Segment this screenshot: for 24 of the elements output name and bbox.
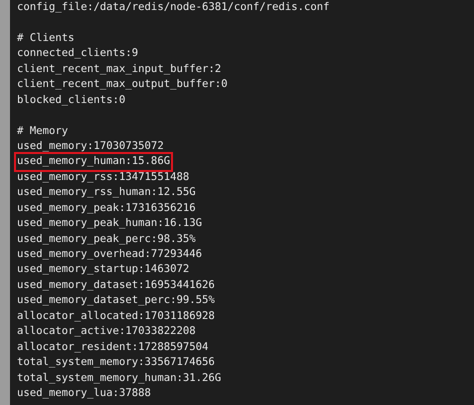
output-line: used_memory:17030735072 [17,138,164,154]
output-line: allocator_allocated:17031186928 [17,308,215,324]
output-line: used_memory_rss_human:12.55G [17,185,196,200]
output-line: used_memory_dataset_perc:99.55% [17,293,215,308]
output-line: used_memory_peak_perc:98.35% [17,232,196,247]
output-line: used_memory_dataset:16953441626 [17,278,215,293]
output-line: total_system_memory:33567174656 [17,355,215,370]
output-line: used_memory_startup:1463072 [17,262,190,278]
output-line: total_system_memory_human:31.26G [17,370,222,386]
output-line: blocked_clients:0 [17,92,126,108]
output-line: used_memory_rss:13471551488 [17,170,190,185]
output-line: allocator_resident:17288597504 [17,340,208,355]
output-line: used_memory_lua:37888 [17,386,151,401]
output-line: used_memory_peak_human:16.13G [17,216,202,232]
output-line: allocator_active:17033822208 [17,324,196,340]
output-line: used_memory_peak:17316356216 [17,200,196,216]
output-line: used_memory_overhead:77293446 [17,247,202,262]
section-comment: # Memory [17,124,68,138]
output-line: used_memory_human:15.86G [16,154,172,170]
output-line: client_recent_max_output_buffer:0 [17,77,228,92]
output-line: client_recent_max_input_buffer:2 [17,62,222,77]
output-line: connected_clients:9 [17,46,138,62]
section-comment: # Clients [17,30,74,46]
output-line: config_file:/data/redis/node-6381/conf/redis.conf [17,0,330,15]
